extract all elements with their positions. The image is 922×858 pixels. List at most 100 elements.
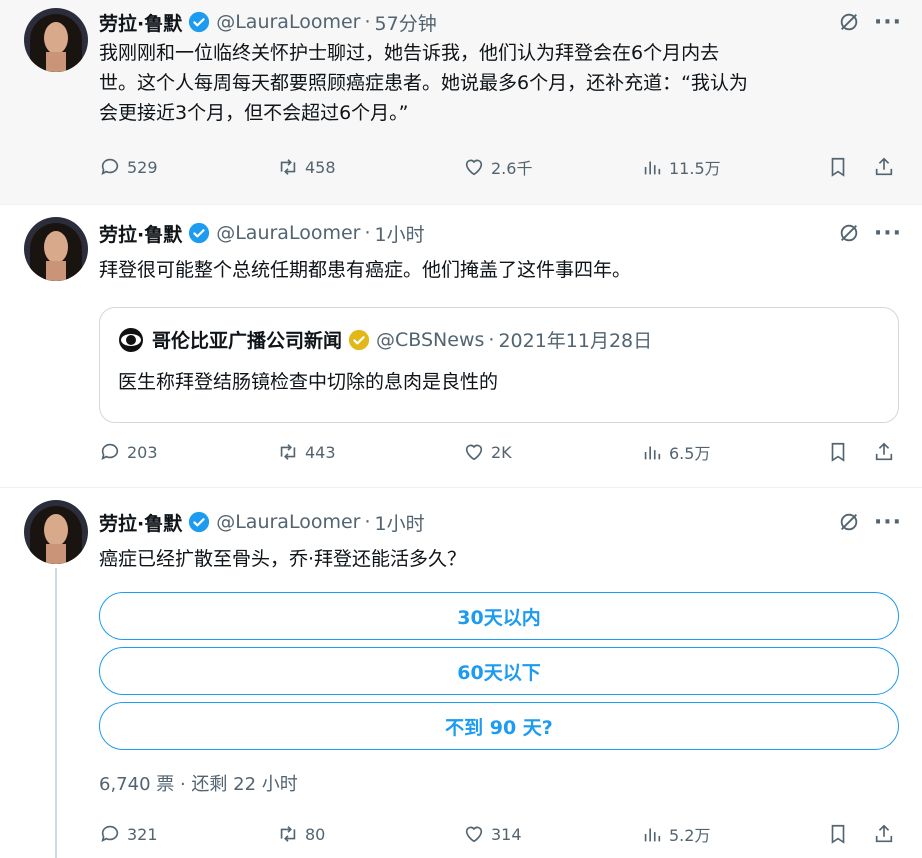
retweet-count: 80 xyxy=(305,824,326,844)
reply-count: 203 xyxy=(127,442,158,462)
more-icon[interactable]: ··· xyxy=(874,510,902,535)
verified-badge-icon xyxy=(189,511,210,533)
views-button[interactable]: 5.2万 xyxy=(641,819,710,849)
views-count: 11.5万 xyxy=(669,159,721,178)
quote-date[interactable]: 2021年11月28日 xyxy=(498,326,652,353)
separator-dot: · xyxy=(364,222,371,244)
separator-dot: · xyxy=(488,328,495,351)
quote-author[interactable]: 哥伦比亚广播公司新闻 xyxy=(152,326,342,353)
timestamp[interactable]: 1小时 xyxy=(375,509,425,536)
tweet-3[interactable]: 劳拉·鲁默 @LauraLoomer · 1小时 ··· 癌症已经扩散至骨头，乔… xyxy=(0,488,922,858)
thread-connector-line xyxy=(55,568,57,858)
like-button[interactable]: 2K xyxy=(463,437,512,467)
like-count: 2.6千 xyxy=(491,159,533,178)
like-count: 314 xyxy=(491,824,522,844)
author-name[interactable]: 劳拉·鲁默 xyxy=(99,509,182,536)
timestamp[interactable]: 1小时 xyxy=(375,220,425,247)
avatar[interactable] xyxy=(24,500,88,564)
tweet-text: 癌症已经扩散至骨头，乔·拜登还能活多久？ xyxy=(99,548,467,570)
separator-dot: · xyxy=(364,511,371,533)
tweet-header: 劳拉·鲁默 @LauraLoomer · 1小时 ··· xyxy=(99,508,902,536)
bookmark-button[interactable] xyxy=(827,437,849,467)
timestamp[interactable]: 57分钟 xyxy=(375,9,437,36)
bookmark-icon xyxy=(831,157,845,177)
retweet-icon xyxy=(280,826,296,842)
bookmark-icon xyxy=(831,824,845,844)
verified-gold-badge-icon xyxy=(348,329,370,350)
reply-button[interactable]: 203 xyxy=(99,437,158,467)
tweet-text-line: 世。这个人每周每天都要照顾癌症患者。她说最多6个月，还补充道：“我认为 xyxy=(99,72,748,94)
tweet-2[interactable]: 劳拉·鲁默 @LauraLoomer · 1小时 ··· 拜登很可能整个总统任期… xyxy=(0,205,922,488)
separator-dot: · xyxy=(364,11,371,33)
tweet-text-line: 会更接近3个月，但不会超过6个月。” xyxy=(99,102,409,124)
quote-header: 哥伦比亚广播公司新闻 @CBSNews · 2021年11月28日 xyxy=(118,326,880,353)
action-bar: 321 80 314 5.2万 xyxy=(99,819,908,849)
poll-option[interactable]: 60天以下 xyxy=(99,647,899,695)
more-icon[interactable]: ··· xyxy=(874,10,902,35)
tweet-text: 拜登很可能整个总统任期都患有癌症。他们掩盖了这件事四年。 xyxy=(99,259,632,281)
quote-text: 医生称拜登结肠镜检查中切除的息肉是良性的 xyxy=(118,371,499,393)
share-button[interactable] xyxy=(873,152,895,182)
share-button[interactable] xyxy=(873,437,895,467)
views-button[interactable]: 6.5万 xyxy=(641,437,710,467)
views-icon xyxy=(644,828,661,842)
grok-icon[interactable] xyxy=(838,222,860,244)
heart-icon xyxy=(465,444,483,461)
reply-icon xyxy=(101,825,119,842)
author-name[interactable]: 劳拉·鲁默 xyxy=(99,220,182,247)
grok-icon[interactable] xyxy=(838,511,860,533)
share-icon xyxy=(875,442,893,461)
share-button[interactable] xyxy=(873,819,895,849)
tweet-text: 我刚刚和一位临终关怀护士聊过，她告诉我，他们认为拜登会在6个月内去 世。这个人每… xyxy=(99,38,894,128)
heart-icon xyxy=(465,826,483,843)
bookmark-button[interactable] xyxy=(827,152,849,182)
retweet-button[interactable]: 80 xyxy=(277,819,325,849)
heart-icon xyxy=(465,159,483,176)
verified-badge-icon xyxy=(189,222,210,244)
retweet-count: 443 xyxy=(305,442,336,462)
reply-count: 321 xyxy=(127,824,158,844)
share-icon xyxy=(875,157,893,176)
quote-handle[interactable]: @CBSNews xyxy=(376,329,484,351)
reply-icon xyxy=(101,158,119,175)
retweet-count: 458 xyxy=(305,157,336,177)
poll-option[interactable]: 不到 90 天? xyxy=(99,702,899,750)
author-name[interactable]: 劳拉·鲁默 xyxy=(99,9,182,36)
verified-badge-icon xyxy=(189,11,210,33)
reply-button[interactable]: 321 xyxy=(99,819,158,849)
avatar[interactable] xyxy=(24,8,88,72)
tweet-header: 劳拉·鲁默 @LauraLoomer · 1小时 ··· xyxy=(99,219,902,247)
reply-count: 529 xyxy=(127,157,158,177)
like-button[interactable]: 314 xyxy=(463,819,522,849)
like-count: 2K xyxy=(491,442,512,462)
grok-icon[interactable] xyxy=(838,11,860,33)
more-icon[interactable]: ··· xyxy=(874,221,902,246)
reply-button[interactable]: 529 xyxy=(99,152,158,182)
views-count: 5.2万 xyxy=(669,826,711,845)
bookmark-icon xyxy=(831,442,845,462)
like-button[interactable]: 2.6千 xyxy=(463,152,532,182)
views-count: 6.5万 xyxy=(669,444,711,463)
tweet-text-line: 我刚刚和一位临终关怀护士聊过，她告诉我，他们认为拜登会在6个月内去 xyxy=(99,42,720,64)
views-button[interactable]: 11.5万 xyxy=(641,152,721,182)
author-handle[interactable]: @LauraLoomer xyxy=(216,511,360,533)
author-handle[interactable]: @LauraLoomer xyxy=(216,222,360,244)
bookmark-button[interactable] xyxy=(827,819,849,849)
avatar[interactable] xyxy=(24,217,88,281)
share-icon xyxy=(875,824,893,843)
retweet-button[interactable]: 443 xyxy=(277,437,336,467)
tweet-1[interactable]: 劳拉·鲁默 @LauraLoomer · 57分钟 ··· 我刚刚和一位临终关怀… xyxy=(0,0,922,205)
poll-option[interactable]: 30天以内 xyxy=(99,592,899,640)
author-handle[interactable]: @LauraLoomer xyxy=(216,11,360,33)
views-icon xyxy=(644,446,661,460)
poll-votes-remaining: 6,740 票 · 还剩 22 小时 xyxy=(99,774,298,795)
quoted-tweet[interactable]: 哥伦比亚广播公司新闻 @CBSNews · 2021年11月28日 医生称拜登结… xyxy=(99,307,899,423)
reply-icon xyxy=(101,443,119,460)
retweet-icon xyxy=(280,444,296,460)
retweet-icon xyxy=(280,159,296,175)
action-bar: 203 443 2K 6.5万 xyxy=(99,437,908,467)
views-icon xyxy=(644,161,661,175)
cbs-eye-logo-icon xyxy=(119,327,143,352)
retweet-button[interactable]: 458 xyxy=(277,152,336,182)
action-bar: 529 458 2.6千 11.5万 xyxy=(99,152,908,182)
